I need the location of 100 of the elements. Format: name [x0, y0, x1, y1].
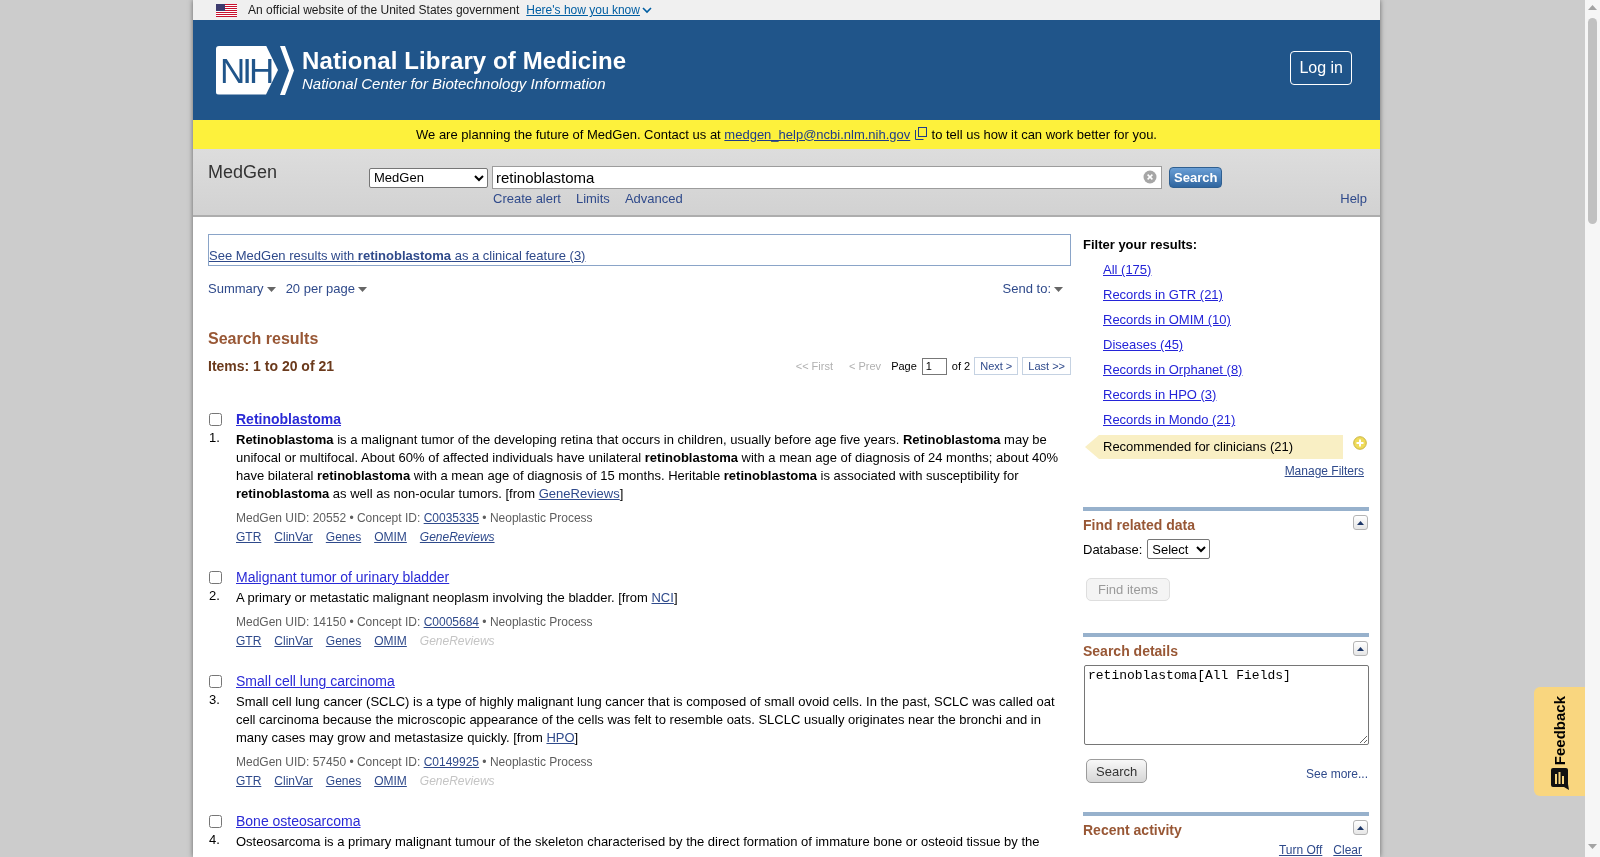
portlet-heading: Recent activity: [1083, 821, 1182, 839]
search-details-field[interactable]: retinoblastoma[All Fields]: [1084, 665, 1369, 745]
email-link[interactable]: medgen_help@ncbi.nlm.nih.gov: [724, 126, 911, 142]
caret-up-icon: [1357, 646, 1364, 651]
database-select[interactable]: Select: [1147, 539, 1211, 559]
result-description: Retinoblastoma is a malignant tumor of the developing retina that occurs in children, usually before age five years. Retinoblastoma may be unifocal or multifocal. About 60% of affected individuals have unilateral retinoblastoma with a mean age of diagnosis of 24 months; about 40% have bilateral retinoblastoma with a mean age of diagnosis of 15 months. Heritable retinoblastoma is associated with susceptibility for retinoblastoma as well as non-ocular tumors. [from GeneReviews]: [236, 431, 1060, 503]
search-button[interactable]: Search: [1169, 167, 1223, 188]
result-title-link[interactable]: Malignant tumor of urinary bladder: [236, 568, 450, 586]
result-description: Small cell lung cancer (SCLC) is a type of highly malignant lung cancer that is composed of small ovoid cells. In the past, SCLC was called oat cell carcinoma because the microscopic appearance of the cells was felt to resemble oats. SLCLC usually originates near the bronchi and in many cases may grow and metastasize quickly. [from HPO]: [236, 693, 1056, 747]
search-field[interactable]: retinoblastoma: [492, 166, 1162, 189]
result-number: 3.: [209, 691, 220, 709]
recent-activity-link[interactable]: Clear: [1333, 843, 1362, 857]
database-link[interactable]: OMIM: [374, 773, 407, 789]
scrollbar-thumb[interactable]: [1588, 18, 1597, 224]
result-number: 1.: [209, 429, 220, 447]
down-arrow-icon[interactable]: [1588, 844, 1597, 849]
search-option-link[interactable]: Limits: [575, 191, 610, 207]
official-website-text: An official website of the United States government: [248, 3, 520, 17]
caret-down-icon: [1054, 286, 1063, 292]
concept-id-link[interactable]: C0149925: [423, 755, 480, 769]
display-menu[interactable]: 20 per page: [285, 281, 368, 297]
database-link[interactable]: ClinVar: [274, 633, 313, 649]
search-option-link[interactable]: Advanced: [624, 191, 683, 207]
result-checkbox[interactable]: [209, 814, 222, 828]
database-label: Database:: [1083, 541, 1143, 557]
feedback-button[interactable]: Feedback: [1534, 687, 1585, 796]
concept-id-link[interactable]: C0035335: [423, 511, 480, 525]
result-checkbox[interactable]: [209, 674, 222, 688]
see-more-link[interactable]: See more...: [1305, 766, 1369, 782]
page-number-field[interactable]: 1: [921, 357, 947, 375]
search-option-link[interactable]: Create alert: [493, 191, 561, 207]
result-meta-line: MedGen UID: 57450 • Concept ID: C0149925 • Neoplastic Process: [236, 754, 593, 770]
collapse-button[interactable]: [1353, 820, 1368, 835]
concept-id-link[interactable]: C0005684: [423, 615, 480, 629]
caret-up-icon: [1357, 825, 1364, 830]
filter-link[interactable]: Records in OMIM (10): [1103, 312, 1231, 328]
filter-item[interactable]: Recommended for clinicians (21): [1085, 435, 1343, 459]
database-link[interactable]: ClinVar: [274, 529, 313, 545]
search-button[interactable]: Search: [1086, 759, 1148, 783]
database-link[interactable]: ClinVar: [274, 773, 313, 789]
result-checkbox[interactable]: [209, 570, 222, 584]
result-title-link[interactable]: Bone osteosarcoma: [236, 812, 361, 830]
page-total: of 2: [951, 360, 971, 372]
result-title-link[interactable]: Small cell lung carcinoma: [236, 672, 395, 690]
result-description: Osteosarcoma is a primary malignant tumour of the skeleton characterised by the direct formation of immature bone or osteoid tissue by the: [236, 833, 1041, 851]
database-link[interactable]: OMIM: [374, 633, 407, 649]
collapse-button[interactable]: [1353, 641, 1368, 656]
result-number: 2.: [209, 587, 220, 605]
help-link[interactable]: Help: [1340, 191, 1367, 207]
result-checkbox[interactable]: [209, 412, 222, 426]
clinical-feature-link[interactable]: See MedGen results with retinoblastoma as a clinical feature (3): [209, 248, 586, 263]
result-title-link[interactable]: Retinoblastoma: [236, 410, 341, 428]
page-label: Page: [891, 360, 917, 372]
database-link[interactable]: GTR: [236, 529, 262, 545]
result-number: 4.: [209, 831, 220, 849]
filter-link[interactable]: Records in GTR (21): [1103, 287, 1223, 303]
items-count: Items: 1 to 20 of 21: [208, 358, 335, 374]
result-description: A primary or metastatic malignant neoplasm involving the bladder. [from NCI]: [236, 589, 679, 607]
site-title: National Library of Medicine: [302, 47, 627, 75]
send-to-menu[interactable]: Send to:: [1002, 281, 1063, 297]
database-link[interactable]: GTR: [236, 633, 262, 649]
database-link[interactable]: OMIM: [374, 529, 407, 545]
portlet-heading: Find related data: [1083, 516, 1196, 534]
result-meta-line: MedGen UID: 20552 • Concept ID: C0035335 • Neoplastic Process: [236, 510, 593, 526]
database-select[interactable]: MedGen: [369, 167, 488, 188]
site-subtitle: National Center for Biotechnology Information: [302, 75, 606, 93]
result-meta-line: MedGen UID: 14150 • Concept ID: C0005684 • Neoplastic Process: [236, 614, 593, 630]
pager-button[interactable]: Last >>: [1022, 357, 1071, 375]
notice-text: We are planning the future of MedGen. Contact us at medgen_help@ncbi.nlm.nih.gov to tell us how it can work better for you.: [416, 126, 1157, 143]
source-link[interactable]: GeneReviews: [538, 486, 620, 501]
caret-down-icon: [266, 286, 276, 292]
filter-title: Filter your results:: [1083, 237, 1198, 253]
filter-link[interactable]: Records in Mondo (21): [1103, 412, 1236, 428]
recent-activity-link[interactable]: Turn Off: [1278, 843, 1323, 857]
chevron-down-icon: [641, 6, 652, 14]
filter-link[interactable]: All (175): [1103, 262, 1152, 278]
database-link[interactable]: Genes: [325, 773, 362, 789]
database-link[interactable]: GTR: [236, 773, 262, 789]
portlet-heading: Search details: [1083, 642, 1178, 660]
source-link[interactable]: HPO: [546, 730, 575, 745]
how-you-know-link[interactable]: Here's how you know: [526, 3, 652, 17]
up-arrow-icon[interactable]: [1588, 5, 1597, 10]
us-flag-icon: [216, 3, 237, 17]
manage-filters-link[interactable]: Manage Filters: [1284, 463, 1364, 479]
copy-icon[interactable]: [914, 126, 927, 140]
filter-link[interactable]: Records in HPO (3): [1103, 387, 1217, 403]
clear-icon[interactable]: [1143, 170, 1157, 184]
caret-up-icon: [1357, 520, 1364, 525]
login-button[interactable]: Log in: [1290, 50, 1352, 85]
collapse-button[interactable]: [1353, 515, 1368, 530]
database-name: MedGen: [208, 162, 279, 183]
database-link[interactable]: Genes: [325, 633, 362, 649]
filter-link[interactable]: Records in Orphanet (8): [1103, 362, 1243, 378]
display-menu[interactable]: Summary: [208, 281, 276, 297]
source-link[interactable]: NCI: [651, 590, 674, 605]
chat-bars-icon: [1550, 768, 1569, 791]
book-link[interactable]: GeneReviews: [419, 529, 495, 545]
filter-link[interactable]: Diseases (45): [1103, 337, 1184, 353]
pager-button[interactable]: Next >: [974, 357, 1019, 375]
database-link[interactable]: Genes: [325, 529, 362, 545]
